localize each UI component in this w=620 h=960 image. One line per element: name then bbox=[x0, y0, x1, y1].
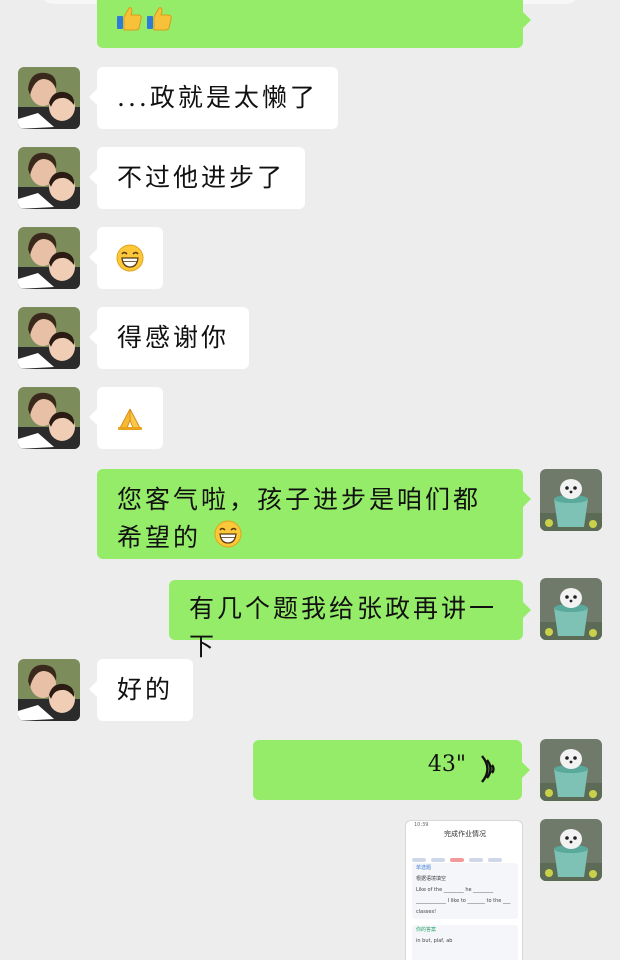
message-bubble-incoming[interactable]: ...政就是太懒了 bbox=[89, 67, 338, 129]
thumbs-up-icon bbox=[115, 4, 143, 43]
preview-tag: 单选题 bbox=[416, 865, 432, 871]
message-text: 不过他进步了 bbox=[117, 163, 286, 192]
chat-area[interactable]: ...政就是太懒了 不过他进步了 得感谢你 您客气啦，孩子进步是咱们都希望的 有… bbox=[0, 0, 620, 960]
my-avatar[interactable] bbox=[540, 469, 602, 531]
message-text: 您客气啦，孩子进步是咱们都希望的 bbox=[117, 485, 482, 552]
preview-tabs bbox=[412, 847, 518, 862]
message-bubble-incoming[interactable] bbox=[89, 387, 163, 449]
voice-wave-icon bbox=[478, 754, 500, 788]
thumbs-up-icon bbox=[145, 4, 173, 43]
message-text: 得感谢你 bbox=[117, 323, 230, 352]
preview-question-card: 单选题 根据语境填空 Like of the ________ he _____… bbox=[412, 863, 518, 919]
contact-avatar[interactable] bbox=[18, 147, 80, 209]
my-avatar[interactable] bbox=[540, 819, 602, 881]
contact-avatar[interactable] bbox=[18, 387, 80, 449]
grinning-face-icon bbox=[214, 520, 242, 559]
contact-avatar[interactable] bbox=[18, 307, 80, 369]
contact-avatar[interactable] bbox=[18, 659, 80, 721]
message-bubble-incoming[interactable]: 得感谢你 bbox=[88, 307, 250, 369]
folded-hands-icon bbox=[116, 405, 144, 443]
my-avatar[interactable] bbox=[540, 739, 602, 801]
message-text: 有几个题我给张政再讲一下 bbox=[189, 594, 498, 661]
image-message[interactable]: 10:39 完成作业情况 单选题 根据语境填空 Like of the ____… bbox=[405, 820, 523, 960]
message-bubble-incoming[interactable]: 不过他进步了 bbox=[88, 147, 306, 209]
message-bubble-partial[interactable] bbox=[97, 0, 531, 48]
my-avatar[interactable] bbox=[540, 578, 602, 640]
preview-answer-card: 你的答案 in but, plaf, ab bbox=[412, 925, 518, 960]
preview-title: 完成作业情况 bbox=[444, 830, 486, 838]
preview-line: 根据语境填空 bbox=[416, 876, 447, 882]
message-text: ...政就是太懒了 bbox=[117, 83, 318, 112]
message-bubble-outgoing[interactable]: 有几个题我给张政再讲一下 bbox=[169, 580, 531, 661]
contact-avatar[interactable] bbox=[18, 67, 80, 129]
voice-duration: 43" bbox=[427, 752, 466, 777]
message-bubble-incoming[interactable] bbox=[89, 227, 163, 289]
message-text: 好的 bbox=[117, 675, 174, 704]
preview-tag: 你的答案 bbox=[416, 927, 437, 933]
grinning-face-icon bbox=[116, 244, 144, 283]
voice-message-bubble[interactable]: 43" bbox=[253, 740, 530, 800]
message-bubble-incoming[interactable]: 好的 bbox=[88, 659, 194, 721]
message-bubble-outgoing[interactable]: 您客气啦，孩子进步是咱们都希望的 bbox=[97, 469, 531, 559]
preview-line: classes! bbox=[416, 909, 437, 915]
contact-avatar[interactable] bbox=[18, 227, 80, 289]
preview-line: ____________ I like to _______ to the __… bbox=[416, 898, 511, 904]
preview-status-time: 10:39 bbox=[414, 822, 429, 828]
preview-line: Like of the ________ he ________ bbox=[416, 887, 494, 893]
preview-line: in but, plaf, ab bbox=[416, 938, 453, 944]
